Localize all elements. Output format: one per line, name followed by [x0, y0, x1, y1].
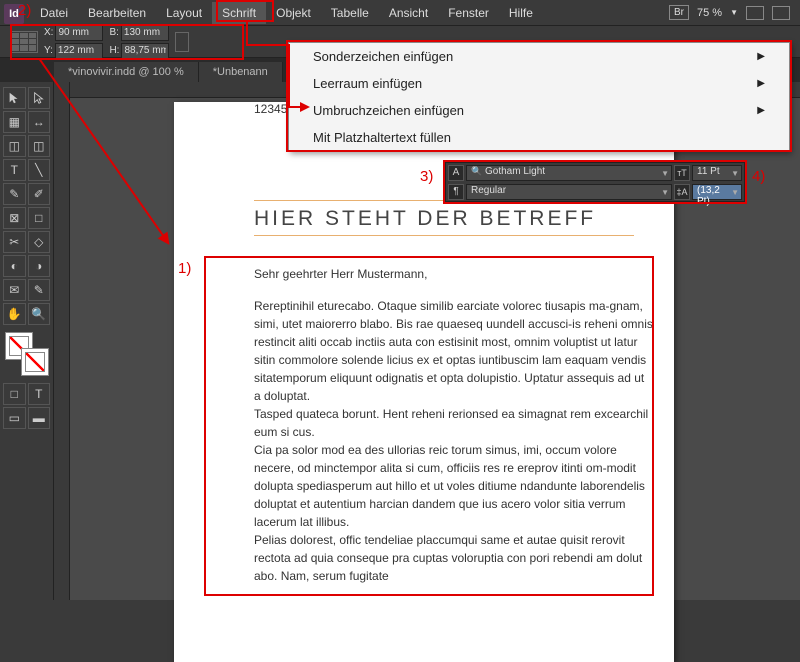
- line-tool[interactable]: ╲: [28, 159, 51, 181]
- dropdown-platzhaltertext[interactable]: Mit Platzhaltertext füllen: [289, 124, 789, 151]
- annotation-label-2: 2): [18, 2, 31, 19]
- dropdown-umbruchzeichen[interactable]: Umbruchzeichen einfügen▶: [289, 97, 789, 124]
- normal-view-icon[interactable]: ▭: [3, 407, 26, 429]
- hand-tool[interactable]: ✋: [3, 303, 26, 325]
- bridge-icon[interactable]: Br: [669, 5, 689, 20]
- h-label: H:: [109, 45, 119, 56]
- workspace: 12345 Mün HIER STEHT DER BETREFF Sehr ge…: [54, 82, 800, 600]
- h-input[interactable]: [121, 43, 169, 59]
- salutation: Sehr geehrter Herr Mustermann,: [254, 265, 654, 283]
- annotation-label-3: 3): [420, 168, 433, 185]
- zoom-level[interactable]: 75 %: [697, 7, 722, 19]
- reference-point-grid[interactable]: [10, 31, 38, 53]
- annotation-arrow-menu2: [246, 44, 290, 46]
- scissors-tool[interactable]: ✂: [3, 231, 26, 253]
- direct-selection-tool[interactable]: [28, 87, 51, 109]
- rectangle-frame-tool[interactable]: ⊠: [3, 207, 26, 229]
- schrift-dropdown: Sonderzeichen einfügen▶ Leerraum einfüge…: [288, 42, 790, 152]
- headline-text: HIER STEHT DER BETREFF: [254, 207, 596, 231]
- y-label: Y:: [44, 45, 53, 56]
- y-input[interactable]: [55, 43, 103, 59]
- menu-ansicht[interactable]: Ansicht: [379, 2, 438, 24]
- vertical-ruler: [54, 82, 70, 600]
- rectangle-tool[interactable]: □: [28, 207, 51, 229]
- free-transform-tool[interactable]: ◇: [28, 231, 51, 253]
- menu-hilfe[interactable]: Hilfe: [499, 2, 543, 24]
- body-text-frame[interactable]: Sehr geehrter Herr Mustermann, Rereptini…: [254, 265, 654, 585]
- character-formatting-icon[interactable]: A: [448, 165, 464, 181]
- font-size-field[interactable]: 11 Pt▼: [692, 165, 742, 181]
- menu-schrift[interactable]: Schrift: [212, 2, 266, 24]
- selection-tool[interactable]: [3, 87, 26, 109]
- menu-bearbeiten[interactable]: Bearbeiten: [78, 2, 156, 24]
- menu-layout[interactable]: Layout: [156, 2, 212, 24]
- note-tool[interactable]: ✉: [3, 279, 26, 301]
- constrain-proportions-icon[interactable]: [175, 32, 189, 52]
- gradient-swatch-tool[interactable]: ◐: [3, 255, 26, 277]
- zoom-dropdown-icon[interactable]: ▼: [730, 8, 738, 17]
- menu-bar: Datei Bearbeiten Layout Schrift Objekt T…: [0, 0, 800, 26]
- arrange-icon[interactable]: [772, 6, 790, 20]
- font-family-field[interactable]: 🔍 Gotham Light▼: [466, 165, 672, 181]
- menu-objekt[interactable]: Objekt: [266, 2, 321, 24]
- annotation-label-1: 1): [178, 260, 191, 277]
- content-collector-tool[interactable]: ◫: [3, 135, 26, 157]
- w-input[interactable]: [121, 25, 169, 41]
- gradient-feather-tool[interactable]: ◑: [28, 255, 51, 277]
- page-tool[interactable]: ▦: [3, 111, 26, 133]
- headline-rule-bottom: [254, 235, 634, 236]
- menu-tabelle[interactable]: Tabelle: [321, 2, 379, 24]
- preview-view-icon[interactable]: ▬: [28, 407, 51, 429]
- x-label: X:: [44, 27, 53, 38]
- body-text: Rereptinihil eturecabo. Otaque similib e…: [254, 297, 654, 585]
- font-style-field[interactable]: Regular▼: [466, 184, 672, 200]
- apply-color-tool[interactable]: □: [3, 383, 26, 405]
- type-tool[interactable]: T: [3, 159, 26, 181]
- tool-panel: ▦↔ ◫◫ T╲ ✎✐ ⊠□ ✂◇ ◐◑ ✉✎ ✋🔍 □T ▭▬: [0, 82, 54, 600]
- dropdown-sonderzeichen[interactable]: Sonderzeichen einfügen▶: [289, 43, 789, 70]
- font-size-icon: тT: [674, 165, 690, 181]
- annotation-arrow-menu: [246, 22, 248, 44]
- tab-unbenannt[interactable]: *Unbenann: [199, 62, 283, 82]
- annotation-arrow-drop: [288, 46, 290, 106]
- menu-fenster[interactable]: Fenster: [438, 2, 499, 24]
- zoom-tool[interactable]: 🔍: [28, 303, 51, 325]
- pen-tool[interactable]: ✎: [3, 183, 26, 205]
- submenu-arrow-icon: ▶: [757, 105, 765, 116]
- leading-icon: ‡A: [674, 184, 690, 200]
- paragraph-formatting-icon[interactable]: ¶: [448, 184, 464, 200]
- screen-mode-icon[interactable]: [746, 6, 764, 20]
- dropdown-leerraum[interactable]: Leerraum einfügen▶: [289, 70, 789, 97]
- gap-tool[interactable]: ↔: [28, 111, 51, 133]
- annotation-label-4: 4): [752, 168, 765, 185]
- menu-datei[interactable]: Datei: [30, 2, 78, 24]
- x-input[interactable]: [55, 25, 103, 41]
- eyedropper-tool[interactable]: ✎: [28, 279, 51, 301]
- w-label: B:: [109, 27, 118, 38]
- fill-stroke-swatch[interactable]: [5, 332, 49, 376]
- submenu-arrow-icon: ▶: [757, 51, 765, 62]
- character-panel: A 🔍 Gotham Light▼ тT 11 Pt▼ ¶ Regular▼ ‡…: [445, 162, 745, 202]
- submenu-arrow-icon: ▶: [757, 78, 765, 89]
- tab-vinovivir[interactable]: *vinovivir.indd @ 100 %: [54, 62, 199, 82]
- apply-text-tool[interactable]: T: [28, 383, 51, 405]
- leading-field[interactable]: (13,2 Pt)▼: [692, 184, 742, 200]
- content-placer-tool[interactable]: ◫: [28, 135, 51, 157]
- pencil-tool[interactable]: ✐: [28, 183, 51, 205]
- annotation-arrow-drop2: [288, 106, 302, 108]
